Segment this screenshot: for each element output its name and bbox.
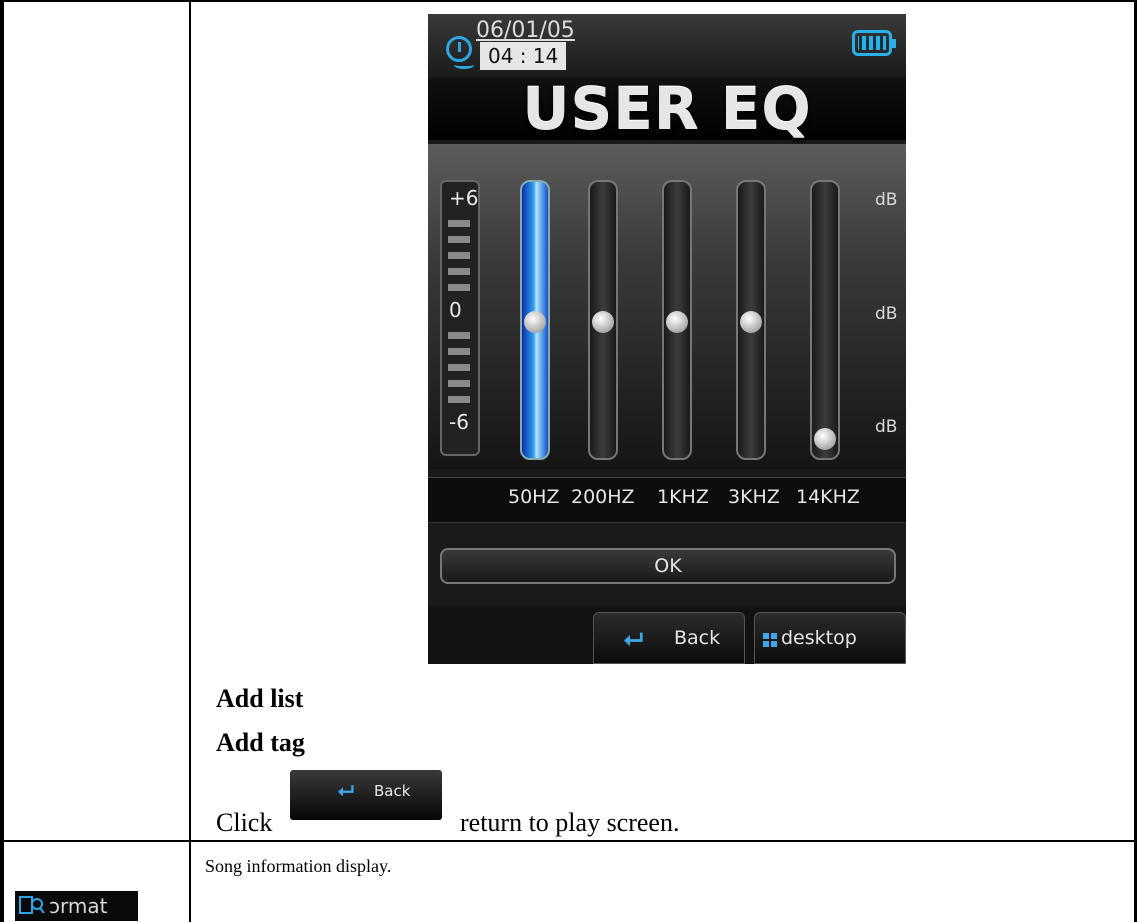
- db-scale: +6 0 -6: [440, 180, 480, 456]
- slider-knob[interactable]: [740, 311, 762, 333]
- click-suffix: return to play screen.: [460, 808, 680, 837]
- band-label-3khz: 3KHZ: [728, 486, 780, 508]
- format-icon-text: ɔrmat: [49, 894, 108, 918]
- scale-tick: [448, 268, 470, 275]
- db-label-bottom: dB: [875, 417, 898, 437]
- scale-tick: [448, 332, 470, 339]
- grid-icon: [763, 633, 777, 647]
- slider-knob[interactable]: [814, 428, 836, 450]
- band-label-14khz: 14KHZ: [796, 486, 860, 508]
- scale-tick: [448, 348, 470, 355]
- scale-top-label: +6: [449, 186, 479, 210]
- battery-icon: [852, 30, 896, 56]
- device-screen: 06/01/05 04 : 14 USER EQ +6 0 -6 dB dB d…: [428, 14, 906, 664]
- desktop-button[interactable]: desktop: [754, 612, 906, 664]
- inline-back-label: Back: [374, 782, 411, 800]
- eq-slider-200hz[interactable]: [588, 180, 618, 460]
- scale-tick: [448, 396, 470, 403]
- eq-slider-1khz[interactable]: [662, 180, 692, 460]
- slider-knob[interactable]: [666, 311, 688, 333]
- slider-knob[interactable]: [592, 311, 614, 333]
- table-border-left: [0, 0, 4, 922]
- eq-slider-14khz[interactable]: [810, 180, 840, 460]
- song-info-text: Song information display.: [205, 856, 392, 876]
- clock-icon: [446, 36, 474, 69]
- eq-slider-3khz[interactable]: [736, 180, 766, 460]
- format-search-icon: [19, 896, 45, 914]
- ok-button[interactable]: OK: [440, 548, 896, 584]
- scale-tick: [448, 380, 470, 387]
- band-label-50hz: 50HZ: [508, 486, 560, 508]
- add-list-text: Add list: [216, 684, 304, 713]
- eq-slider-50hz[interactable]: [520, 180, 550, 460]
- scale-bottom-label: -6: [449, 410, 469, 434]
- back-button-label: Back: [674, 627, 721, 649]
- status-time: 04 : 14: [480, 42, 567, 70]
- page-title: USER EQ: [522, 75, 812, 143]
- status-bar: 06/01/05 04 : 14: [428, 14, 906, 76]
- scale-tick: [448, 220, 470, 227]
- return-arrow-icon: ⮠: [338, 778, 354, 802]
- band-label-1khz: 1KHZ: [657, 486, 709, 508]
- status-date: 06/01/05: [476, 18, 575, 43]
- scale-mid-label: 0: [449, 298, 462, 322]
- scale-tick: [448, 236, 470, 243]
- scale-tick: [448, 284, 470, 291]
- scale-tick: [448, 364, 470, 371]
- return-arrow-icon: ⮠: [624, 625, 644, 653]
- click-prefix: Click: [216, 808, 273, 837]
- slider-knob[interactable]: [524, 311, 546, 333]
- table-row-divider: [0, 840, 1137, 842]
- desktop-button-label: desktop: [781, 627, 857, 649]
- format-icon-image: ɔrmat: [15, 891, 138, 921]
- table-border-top: [0, 0, 1137, 2]
- back-button[interactable]: ⮠ Back: [593, 612, 745, 664]
- click-instruction: Click return to play screen.: [216, 808, 679, 838]
- add-tag-text: Add tag: [216, 728, 305, 757]
- db-label-mid: dB: [875, 304, 898, 324]
- band-label-200hz: 200HZ: [571, 486, 635, 508]
- db-label-top: dB: [875, 190, 898, 210]
- inline-back-button-image: ⮠ Back: [290, 770, 442, 820]
- table-column-divider: [189, 0, 191, 922]
- scale-tick: [448, 252, 470, 259]
